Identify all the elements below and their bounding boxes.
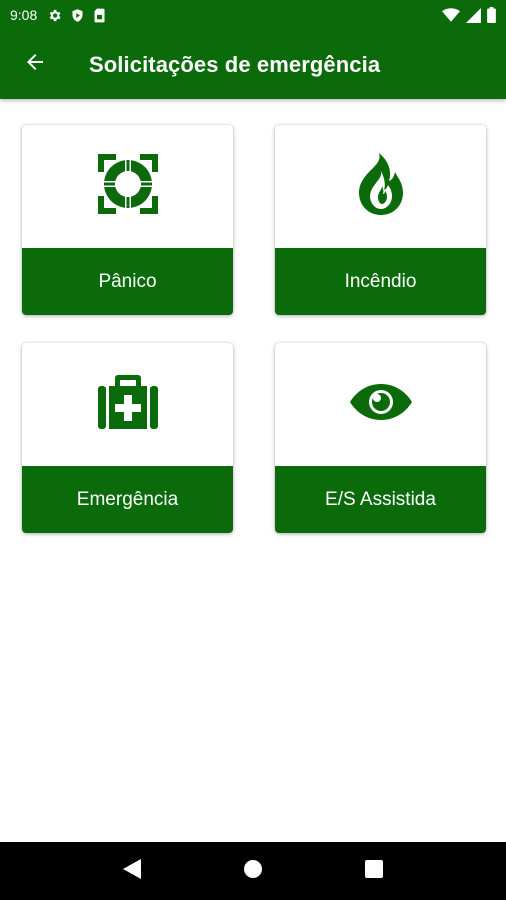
status-bar: 9:08 (0, 0, 506, 30)
card-icon-area (22, 125, 233, 248)
card-label: E/S Assistida (275, 466, 486, 533)
app-bar: Solicitações de emergência (0, 30, 506, 99)
card-icon-area (275, 343, 486, 466)
card-label: Emergência (22, 466, 233, 533)
wifi-icon (442, 8, 460, 22)
panico-card[interactable]: Pânico (22, 125, 233, 315)
nav-home-button[interactable] (233, 851, 273, 891)
lifebuoy-icon (96, 152, 160, 221)
arrow-left-icon (23, 50, 47, 79)
card-icon-area (275, 125, 486, 248)
incendio-card[interactable]: Incêndio (275, 125, 486, 315)
home-circle-icon (243, 859, 263, 884)
battery-icon (487, 7, 496, 23)
status-time: 9:08 (10, 7, 38, 23)
sim-card-icon (93, 8, 106, 23)
back-triangle-icon (123, 858, 142, 884)
back-button[interactable] (0, 30, 70, 99)
eye-icon (349, 383, 413, 426)
signal-icon (466, 7, 481, 23)
navigation-bar (0, 842, 506, 900)
nav-back-button[interactable] (112, 851, 152, 891)
page-title: Solicitações de emergência (89, 51, 381, 77)
emergencia-card[interactable]: Emergência (22, 343, 233, 533)
card-icon-area (22, 343, 233, 466)
first-aid-kit-icon (96, 373, 160, 436)
nav-recents-button[interactable] (354, 851, 394, 891)
fire-icon (355, 152, 407, 221)
gear-icon (47, 8, 62, 23)
play-shield-icon (70, 8, 85, 23)
card-label: Incêndio (275, 248, 486, 315)
recents-square-icon (364, 859, 383, 883)
es-assistida-card[interactable]: E/S Assistida (275, 343, 486, 533)
card-label: Pânico (22, 248, 233, 315)
